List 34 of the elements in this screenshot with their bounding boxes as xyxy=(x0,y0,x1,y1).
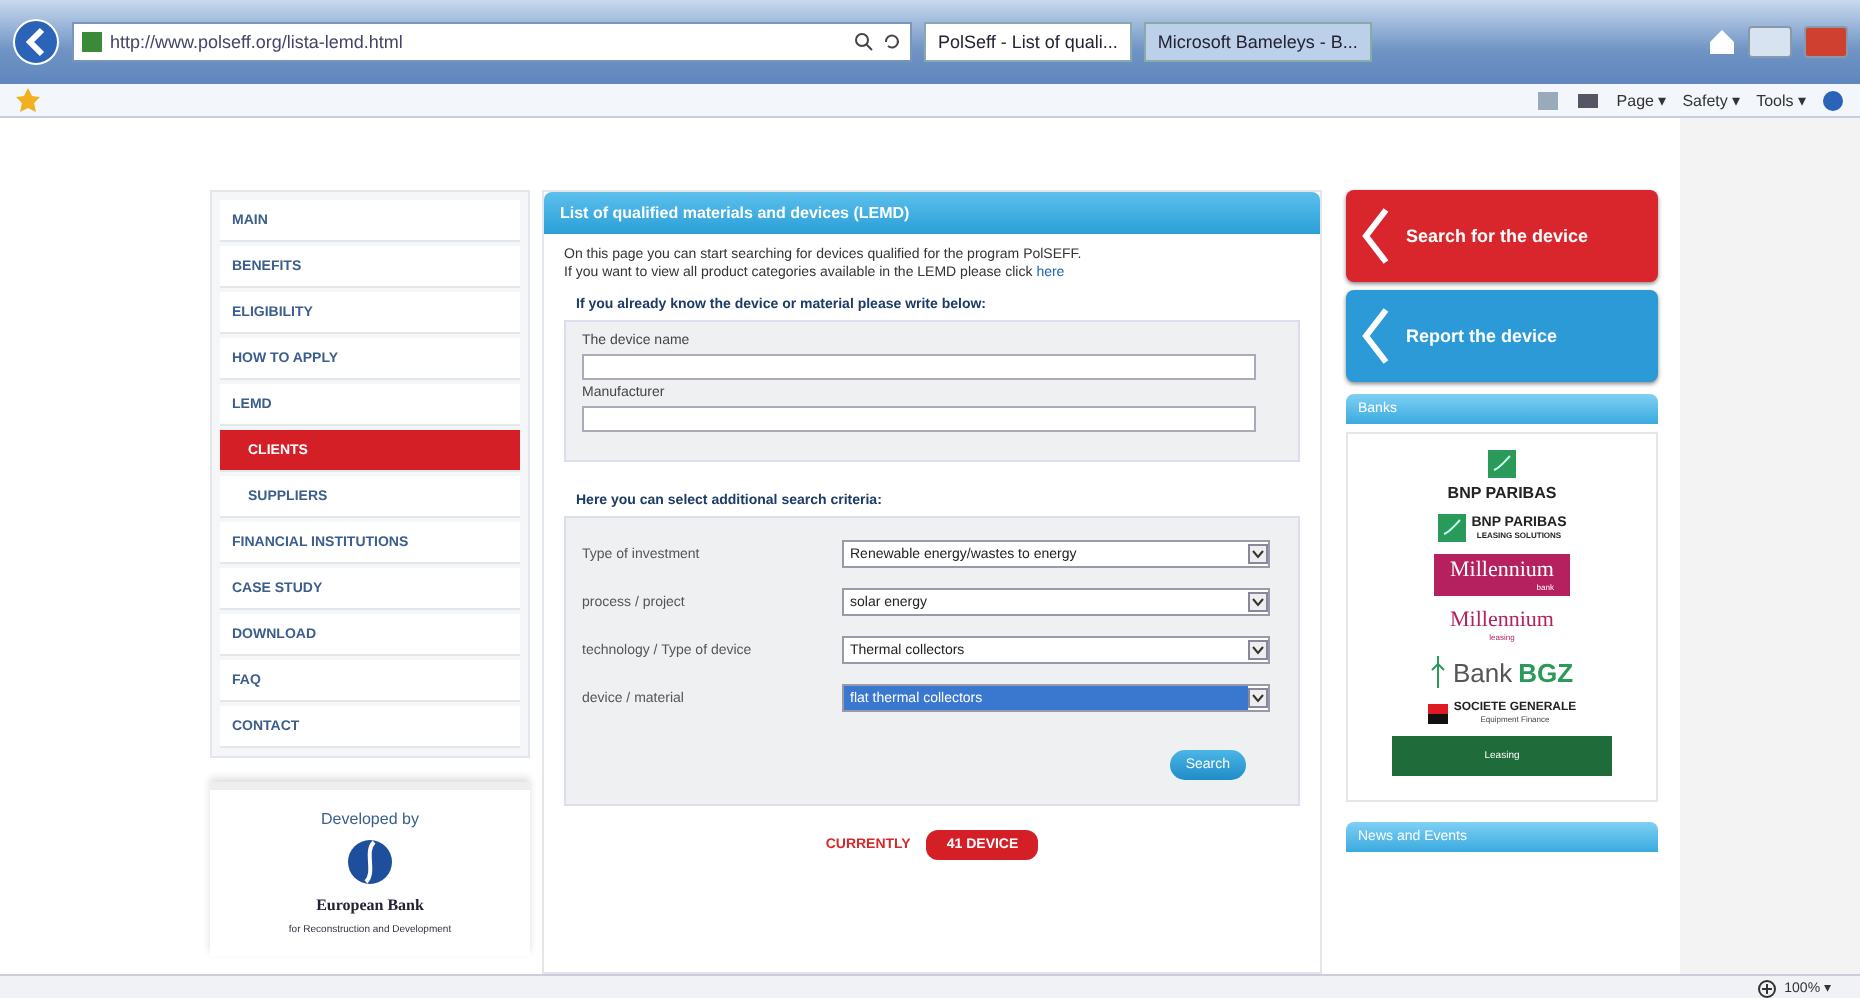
back-icon[interactable] xyxy=(12,18,60,66)
address-text: http://www.polseff.org/lista-lemd.html xyxy=(110,32,403,52)
command-menu[interactable]: Page ▾ xyxy=(1616,91,1667,109)
dropdown-arrow-icon[interactable] xyxy=(1248,544,1268,565)
browser-tab[interactable]: PolSeff - List of quali... xyxy=(924,22,1132,62)
command-menu[interactable]: Safety ▾ xyxy=(1682,91,1741,109)
dropdown-arrow-icon[interactable] xyxy=(1248,688,1268,709)
chevron-icon xyxy=(1362,306,1390,366)
developed-by-label: Developed by xyxy=(321,810,419,828)
input-field[interactable] xyxy=(582,406,1256,433)
bank-name: Millennium xyxy=(1450,608,1554,632)
page-icon xyxy=(82,32,102,52)
bank-logo-icon xyxy=(1427,703,1448,723)
bank-logo-icon xyxy=(1487,450,1516,478)
bank-subtitle: BGZ xyxy=(1518,657,1574,687)
panel-title: List of qualified materials and devices (LEMD) xyxy=(544,192,1320,234)
zoom-icon[interactable] xyxy=(1758,979,1777,997)
bank-logo-icon xyxy=(1437,514,1466,542)
search-icon[interactable] xyxy=(854,32,874,52)
bank-logo-icon xyxy=(346,838,394,886)
refresh-icon[interactable] xyxy=(882,32,902,52)
bank-name: Bank xyxy=(1452,657,1513,687)
action-button[interactable]: Search for the device xyxy=(1346,190,1658,282)
address-field[interactable]: http://www.polseff.org/lista-lemd.html xyxy=(72,22,912,62)
bank-name: BNP PARIBAS xyxy=(1447,484,1557,502)
browser-tab[interactable]: Microsoft Bameleys - B... xyxy=(1143,22,1372,62)
bank-name: European Bank xyxy=(316,896,424,914)
chevron-icon xyxy=(1362,206,1390,266)
dropdown-arrow-icon[interactable] xyxy=(1248,592,1268,613)
home-icon[interactable] xyxy=(1708,28,1736,56)
dropdown-arrow-icon[interactable] xyxy=(1248,640,1268,661)
favorites-star-icon[interactable] xyxy=(16,88,40,112)
input-field[interactable] xyxy=(582,354,1256,381)
command-menu[interactable]: Tools ▾ xyxy=(1756,91,1806,109)
